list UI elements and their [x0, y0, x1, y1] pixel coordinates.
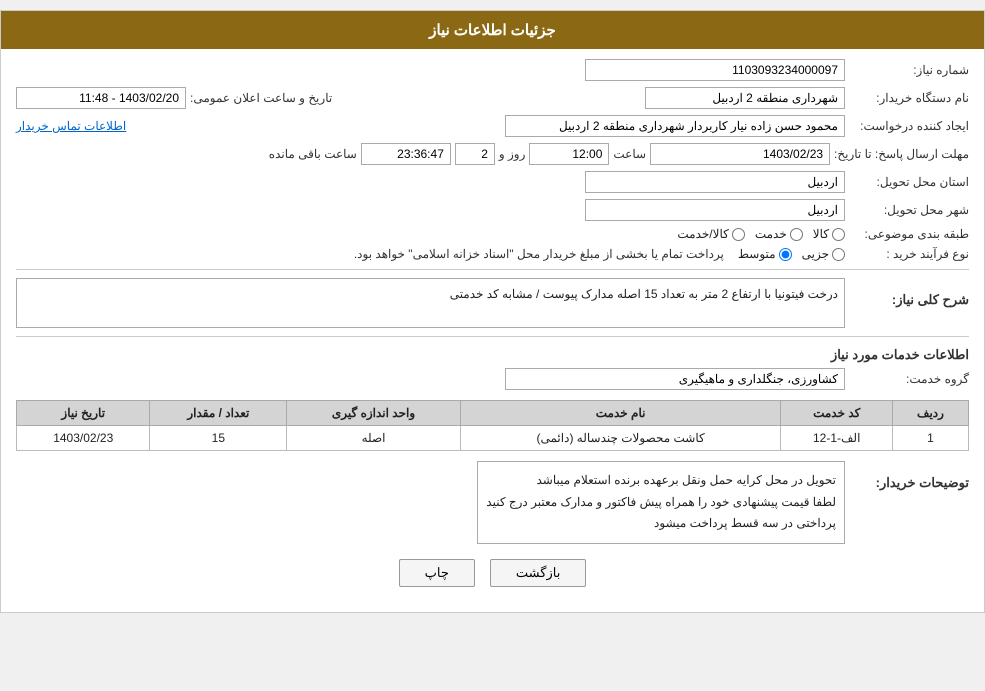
creator-label: ایجاد کننده درخواست: [849, 119, 969, 133]
purchase-type-desc: پرداخت تمام یا بخشی از مبلغ خریدار محل "… [16, 247, 734, 261]
province-input[interactable] [585, 171, 845, 193]
category-kala-khedmat-label: کالا/خدمت [677, 227, 728, 241]
buyer-notes-box: تحویل در محل کرایه حمل ونقل برعهده برنده… [477, 461, 845, 544]
cell-date: 1403/02/23 [17, 426, 150, 451]
buyer-notes-label: توضیحات خریدار: [849, 471, 969, 491]
cell-quantity: 15 [150, 426, 287, 451]
category-kala-label: کالا [813, 227, 829, 241]
purchase-jozyi-radio[interactable] [832, 248, 845, 261]
purchase-type-radio-group: جزیی متوسط [738, 247, 845, 261]
response-date-label: مهلت ارسال پاسخ: تا تاریخ: [834, 147, 969, 161]
contact-link[interactable]: اطلاعات تماس خریدار [16, 119, 126, 133]
purchase-motavasset-radio[interactable] [779, 248, 792, 261]
category-radio-group: کالا خدمت کالا/خدمت [677, 227, 845, 241]
reference-number-label: شماره نیاز: [849, 63, 969, 77]
category-khedmat-label: خدمت [755, 227, 787, 241]
category-khedmat-option[interactable]: خدمت [755, 227, 803, 241]
col-name: نام خدمت [460, 401, 781, 426]
purchase-jozyi-label: جزیی [802, 247, 829, 261]
table-row: 1الف-1-12کاشت محصولات چندساله (دائمی)اصل… [17, 426, 969, 451]
city-label: شهر محل تحویل: [849, 203, 969, 217]
service-group-label: گروه خدمت: [849, 372, 969, 386]
response-remaining-label: ساعت باقی مانده [269, 147, 357, 161]
cell-unit: اصله [287, 426, 461, 451]
cell-row: 1 [893, 426, 969, 451]
need-desc-box: درخت فیتونیا با ارتفاع 2 متر به تعداد 15… [16, 278, 845, 328]
services-table: ردیف کد خدمت نام خدمت واحد اندازه گیری ت… [16, 400, 969, 451]
bottom-buttons: بازگشت چاپ [16, 559, 969, 587]
response-time-input[interactable] [529, 143, 609, 165]
response-days-input[interactable] [455, 143, 495, 165]
services-table-section: ردیف کد خدمت نام خدمت واحد اندازه گیری ت… [16, 400, 969, 451]
requester-org-input[interactable] [645, 87, 845, 109]
cell-name: کاشت محصولات چندساله (دائمی) [460, 426, 781, 451]
city-input[interactable] [585, 199, 845, 221]
category-khedmat-radio[interactable] [790, 228, 803, 241]
purchase-motavasset-label: متوسط [738, 247, 776, 261]
purchase-jozyi-option[interactable]: جزیی [802, 247, 845, 261]
creator-input[interactable] [505, 115, 845, 137]
services-section-label: اطلاعات خدمات مورد نیاز [16, 347, 969, 363]
requester-org-label: نام دستگاه خریدار: [849, 91, 969, 105]
category-kala-khedmat-radio[interactable] [732, 228, 745, 241]
category-kala-radio[interactable] [832, 228, 845, 241]
col-code: کد خدمت [781, 401, 893, 426]
response-time-label: ساعت [613, 147, 646, 161]
purchase-type-label: نوع فرآیند خرید : [849, 247, 969, 261]
service-group-input[interactable] [505, 368, 845, 390]
province-label: استان محل تحویل: [849, 175, 969, 189]
col-row: ردیف [893, 401, 969, 426]
response-days-label: روز و [499, 147, 526, 161]
date-announce-input[interactable] [16, 87, 186, 109]
cell-code: الف-1-12 [781, 426, 893, 451]
print-button[interactable]: چاپ [399, 559, 475, 587]
category-kala-option[interactable]: کالا [813, 227, 845, 241]
col-unit: واحد اندازه گیری [287, 401, 461, 426]
purchase-motavasset-option[interactable]: متوسط [738, 247, 792, 261]
back-button[interactable]: بازگشت [490, 559, 586, 587]
category-label: طبقه بندی موضوعی: [849, 227, 969, 241]
col-qty: تعداد / مقدار [150, 401, 287, 426]
page-title: جزئیات اطلاعات نیاز [1, 11, 984, 49]
response-remaining-input[interactable] [361, 143, 451, 165]
response-date-input[interactable] [650, 143, 830, 165]
col-date: تاریخ نیاز [17, 401, 150, 426]
category-kala-khedmat-option[interactable]: کالا/خدمت [677, 227, 744, 241]
reference-number-input[interactable] [585, 59, 845, 81]
date-announce-label: تاریخ و ساعت اعلان عمومی: [190, 91, 332, 105]
need-desc-label: شرح کلی نیاز: [849, 288, 969, 308]
